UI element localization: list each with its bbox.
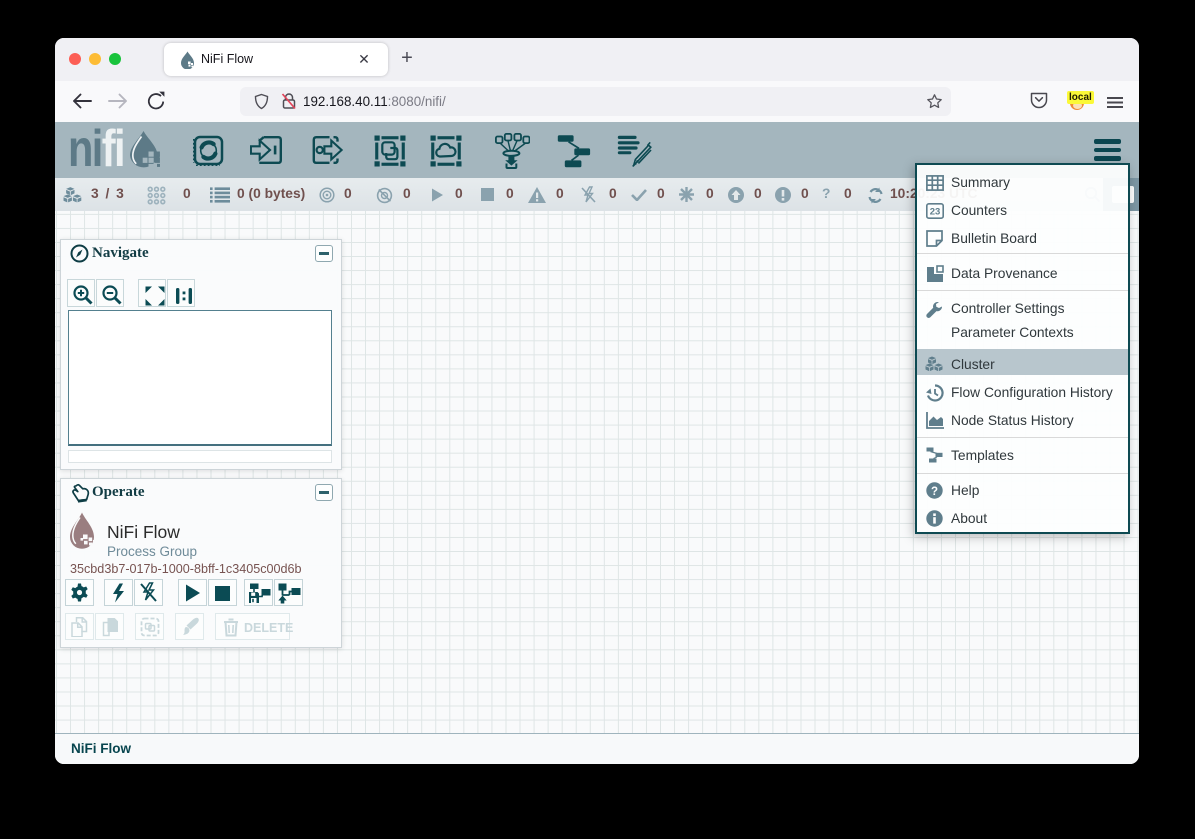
svg-text:?: ?	[931, 486, 938, 498]
svg-text:23: 23	[930, 207, 941, 218]
